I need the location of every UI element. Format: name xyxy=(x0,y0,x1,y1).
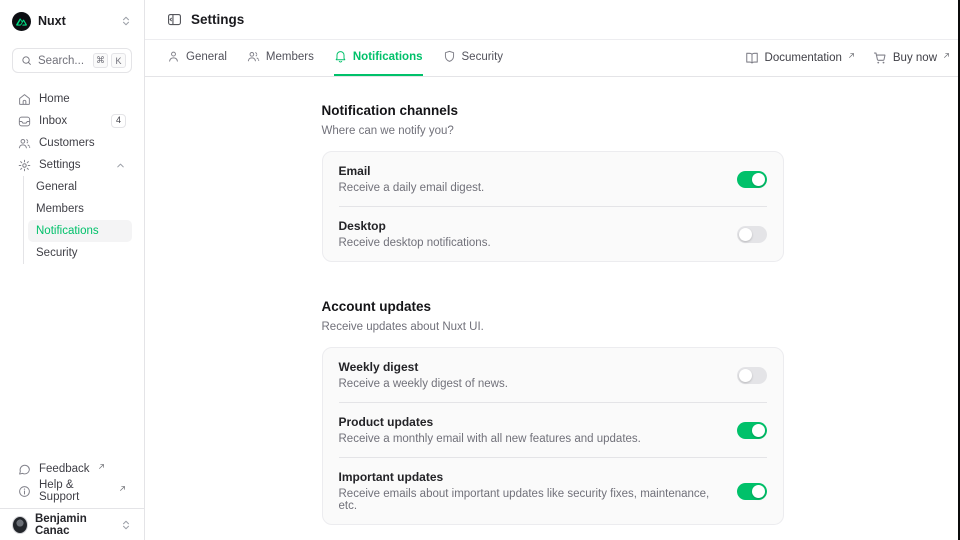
sidebar-item-home[interactable]: Home xyxy=(12,88,132,110)
sidebar-item-security[interactable]: Security xyxy=(28,242,132,264)
gear-icon xyxy=(18,159,31,172)
product-updates-toggle[interactable] xyxy=(737,422,767,439)
toggle-knob xyxy=(739,228,752,241)
toggle-knob xyxy=(752,424,765,437)
feedback-link[interactable]: Feedback xyxy=(12,458,132,480)
shield-icon xyxy=(443,50,456,63)
setting-title: Desktop xyxy=(339,219,491,233)
avatar xyxy=(12,516,28,534)
sidebar-item-label: Home xyxy=(39,93,70,105)
external-link-icon xyxy=(98,463,105,470)
person-icon xyxy=(167,50,180,63)
workspace-switcher[interactable]: Nuxt xyxy=(12,10,132,32)
chevron-up-down-icon xyxy=(120,15,132,27)
search-input[interactable]: Search... ⌘K xyxy=(12,48,132,73)
setting-row-desktop: Desktop Receive desktop notifications. xyxy=(323,207,783,261)
kbd-meta: ⌘ xyxy=(93,53,108,68)
weekly-digest-toggle[interactable] xyxy=(737,367,767,384)
main-area: Settings General Members Notifications xyxy=(145,0,960,540)
sidebar-item-customers[interactable]: Customers xyxy=(12,132,132,154)
book-icon xyxy=(745,51,759,65)
setting-description: Receive emails about important updates l… xyxy=(339,488,721,512)
sidebar-item-label: Customers xyxy=(39,137,95,149)
panel-left-icon[interactable] xyxy=(167,12,182,27)
chat-bubble-icon xyxy=(18,463,31,476)
section-title: Account updates xyxy=(322,299,784,314)
email-toggle[interactable] xyxy=(737,171,767,188)
setting-row-weekly-digest: Weekly digest Receive a weekly digest of… xyxy=(323,348,783,402)
search-placeholder: Search... xyxy=(38,55,87,67)
nuxt-logo-icon xyxy=(12,12,31,31)
sidebar-footer: Feedback Help & Support xyxy=(12,458,132,508)
inbox-icon xyxy=(18,115,31,128)
user-name: Benjamin Canac xyxy=(35,513,113,537)
inbox-count-badge: 4 xyxy=(111,114,126,128)
setting-title: Product updates xyxy=(339,415,641,429)
sidebar-item-settings[interactable]: Settings xyxy=(12,154,132,176)
tabs: General Members Notifications Security xyxy=(167,40,503,76)
section-subtitle: Where can we notify you? xyxy=(322,125,784,137)
chevron-up-icon xyxy=(115,160,126,171)
search-icon xyxy=(21,55,32,66)
setting-description: Receive a monthly email with all new fea… xyxy=(339,433,641,445)
help-support-link[interactable]: Help & Support xyxy=(12,480,132,502)
important-updates-toggle[interactable] xyxy=(737,483,767,500)
kbd-k: K xyxy=(111,53,126,68)
user-menu[interactable]: Benjamin Canac xyxy=(12,509,132,540)
tab-bar: General Members Notifications Security xyxy=(145,40,960,77)
setting-row-product-updates: Product updates Receive a monthly email … xyxy=(323,403,783,457)
tab-security[interactable]: Security xyxy=(443,40,504,76)
chevron-up-down-icon xyxy=(120,519,132,531)
sidebar-nav: Home Inbox 4 Customers Settings General … xyxy=(12,88,132,264)
setting-title: Weekly digest xyxy=(339,360,508,374)
sidebar-item-label: Inbox xyxy=(39,115,67,127)
buy-now-link[interactable]: Buy now xyxy=(873,51,950,65)
info-circle-icon xyxy=(18,485,31,498)
tab-members[interactable]: Members xyxy=(247,40,314,76)
header-actions: Documentation Buy now xyxy=(745,40,950,76)
page-title: Settings xyxy=(191,12,244,27)
sidebar-item-inbox[interactable]: Inbox 4 xyxy=(12,110,132,132)
bell-icon xyxy=(334,50,347,63)
setting-title: Important updates xyxy=(339,470,721,484)
settings-card: Weekly digest Receive a weekly digest of… xyxy=(322,347,784,525)
users-icon xyxy=(18,137,31,150)
setting-description: Receive a daily email digest. xyxy=(339,182,485,194)
app-window: Nuxt Search... ⌘K Home Inbox 4 Customers xyxy=(0,0,960,540)
sidebar-item-label: Settings xyxy=(39,159,81,171)
settings-subnav: General Members Notifications Security xyxy=(23,176,132,264)
sidebar: Nuxt Search... ⌘K Home Inbox 4 Customers xyxy=(0,0,145,540)
settings-card: Email Receive a daily email digest. Desk… xyxy=(322,151,784,262)
workspace-name: Nuxt xyxy=(38,14,66,28)
setting-description: Receive a weekly digest of news. xyxy=(339,378,508,390)
cart-icon xyxy=(873,51,887,65)
settings-content: Notification channels Where can we notif… xyxy=(145,77,960,540)
sidebar-item-members[interactable]: Members xyxy=(28,198,132,220)
documentation-link[interactable]: Documentation xyxy=(745,51,855,65)
section-subtitle: Receive updates about Nuxt UI. xyxy=(322,321,784,333)
sidebar-item-notifications[interactable]: Notifications xyxy=(28,220,132,242)
home-icon xyxy=(18,93,31,106)
section-notification-channels: Notification channels Where can we notif… xyxy=(322,103,784,262)
external-link-icon xyxy=(848,52,855,59)
users-icon xyxy=(247,50,260,63)
section-account-updates: Account updates Receive updates about Nu… xyxy=(322,299,784,525)
setting-row-important-updates: Important updates Receive emails about i… xyxy=(323,458,783,524)
section-title: Notification channels xyxy=(322,103,784,118)
tab-general[interactable]: General xyxy=(167,40,227,76)
toggle-knob xyxy=(752,485,765,498)
setting-description: Receive desktop notifications. xyxy=(339,237,491,249)
tab-notifications[interactable]: Notifications xyxy=(334,40,423,76)
search-shortcut: ⌘K xyxy=(93,53,126,68)
toggle-knob xyxy=(739,369,752,382)
sidebar-spacer xyxy=(12,264,132,458)
setting-title: Email xyxy=(339,164,485,178)
external-link-icon xyxy=(119,485,126,492)
toggle-knob xyxy=(752,173,765,186)
page-header: Settings xyxy=(145,0,960,40)
sidebar-item-general[interactable]: General xyxy=(28,176,132,198)
setting-row-email: Email Receive a daily email digest. xyxy=(323,152,783,206)
external-link-icon xyxy=(943,52,950,59)
desktop-toggle[interactable] xyxy=(737,226,767,243)
